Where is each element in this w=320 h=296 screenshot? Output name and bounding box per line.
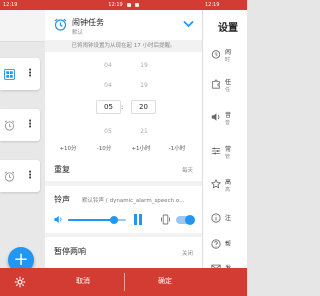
alarm-clock-icon [54,18,67,31]
notification-icon [126,3,131,7]
settings-pane: 设置 闹 时 任 任 音 音 常 管 高 高 注 帮 发 [202,10,248,272]
dialog-subtitle: 默认 [72,30,84,36]
settings-row-title: 常 [225,146,232,153]
settings-row-sub: 时 [225,57,231,63]
toggle-knob [185,215,195,225]
add-10-min-button[interactable]: +10分 [53,144,83,152]
alarm-clock-icon [4,171,15,182]
hour-selector[interactable]: 05 [96,100,121,114]
alarm-info-text: 已将闹钟设置为从现在起 17 小时后提醒。 [71,43,176,49]
vibrate-icon [161,214,170,225]
help-icon [211,239,221,249]
volume-slider-thumb[interactable] [110,216,119,224]
status-time: 12:19 [108,2,123,8]
add-1-hour-button[interactable]: +1小时 [126,144,156,152]
status-time: 12:19 [3,2,18,8]
time-picker: 04 19 04 19 05 : 20 05 21 +10分 -10分 +1小时… [45,52,202,162]
alarm-clock-icon [4,120,15,131]
hour-option[interactable]: 04 [98,62,118,69]
chevron-down-icon[interactable] [183,20,194,28]
settings-row-title: 任 [225,79,232,86]
ok-button[interactable]: 确定 [158,276,172,286]
settings-row-note[interactable]: 注 [203,205,248,233]
star-icon [211,179,221,189]
hour-option[interactable]: 04 [98,82,118,89]
bottom-action-bar: 取消 确定 [0,268,247,296]
alarm-list-item[interactable]: ⋮ [0,58,40,90]
settings-row-sub: 管 [225,154,231,160]
ringtone-row: 铃声 默认铃声 ( dynamic_alarm_speech.o... [45,186,202,233]
time-separator: : [121,103,124,111]
hour-option[interactable]: 05 [98,128,118,135]
alarm-clock-icon [211,50,221,59]
minute-option[interactable]: 19 [134,62,154,69]
vibrate-toggle[interactable] [176,215,195,225]
volume-icon [211,113,220,121]
grid-icon [4,68,15,80]
settings-row-title: 帮 [225,241,232,248]
alarm-list-header [0,10,45,42]
status-bar-center: 12:19 [45,0,202,10]
settings-row-general[interactable]: 常 管 [203,138,248,166]
settings-row-title: 注 [225,215,232,222]
alarm-list-item[interactable]: ⋮ [0,109,40,141]
snooze-value: 关闭 [181,251,193,257]
settings-row-sub: 任 [225,87,231,93]
ringtone-value[interactable]: 默认铃声 ( dynamic_alarm_speech.o... [82,196,195,204]
dialog-header[interactable]: 闹钟任务 默认 [45,10,202,40]
settings-row-sub: 高 [225,187,231,193]
subtract-1-hour-button[interactable]: -1小时 [162,144,192,152]
settings-row-advanced[interactable]: 高 高 [203,171,248,199]
puzzle-icon [212,79,220,89]
pause-preview-button[interactable] [134,214,143,225]
settings-row-sound[interactable]: 音 音 [203,104,248,132]
status-time: 12:19 [205,2,220,8]
dialog-title: 闹钟任务 [72,18,104,27]
more-options-icon[interactable]: ⋮ [25,171,35,181]
status-bar-left: 12:19 [0,0,45,10]
info-icon [211,213,221,223]
cancel-button[interactable]: 取消 [76,276,90,286]
settings-row-title: 高 [225,179,232,186]
volume-slider-fill [68,219,115,221]
repeat-row[interactable]: 重复 每天 [45,157,202,181]
settings-row-title: 音 [225,112,232,119]
settings-row-sub: 音 [225,120,231,126]
alarm-list-pane: ⋮ ⋮ ⋮ + [0,10,45,273]
volume-slider[interactable] [68,216,126,224]
repeat-value: 每天 [181,168,193,174]
subtract-10-min-button[interactable]: -10分 [89,144,119,152]
minute-selector[interactable]: 20 [131,100,156,114]
minute-option[interactable]: 21 [134,128,154,135]
status-bar-right: 12:19 [202,0,247,10]
notification-icon [134,3,139,7]
more-options-icon[interactable]: ⋮ [25,69,35,79]
snooze-label: 暂停两响 [54,247,86,256]
settings-row-title: 闹 [225,49,232,56]
sliders-icon [211,147,221,155]
repeat-label: 重复 [54,165,70,174]
ringtone-label: 铃声 [54,195,70,204]
snooze-row[interactable]: 暂停两响 关闭 [45,237,202,268]
settings-row-task[interactable]: 任 任 [203,71,248,99]
settings-row-alarm[interactable]: 闹 时 [203,41,248,69]
divider [124,273,125,291]
gear-icon[interactable] [14,276,26,288]
alarm-list-item[interactable]: ⋮ [0,160,40,192]
more-options-icon[interactable]: ⋮ [25,120,35,130]
volume-icon [54,215,62,224]
settings-title: 设置 [218,23,238,34]
alarm-task-dialog: 闹钟任务 默认 已将闹钟设置为从现在起 17 小时后提醒。 04 19 04 1… [45,10,202,268]
minute-option[interactable]: 19 [134,82,154,89]
